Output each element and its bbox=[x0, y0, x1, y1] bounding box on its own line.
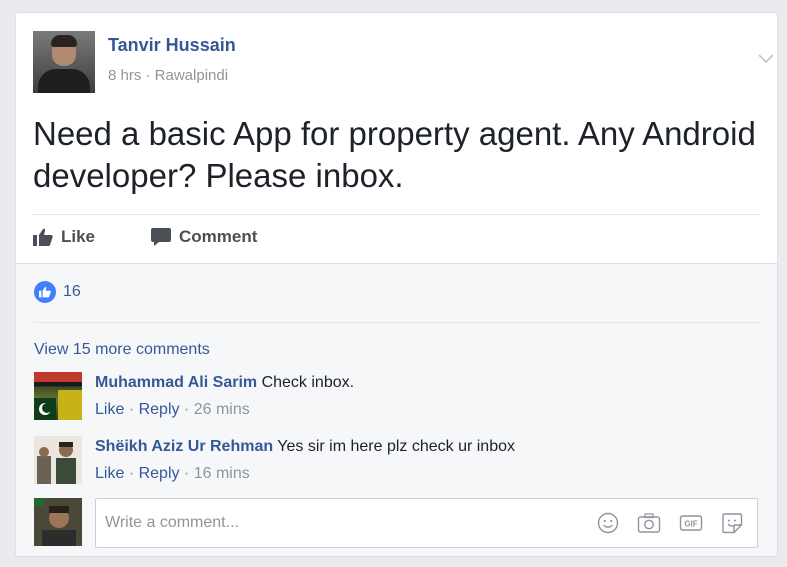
commenter-avatar[interactable] bbox=[34, 372, 82, 420]
reaction-summary[interactable]: 16 bbox=[34, 281, 81, 303]
gif-icon[interactable]: GIF bbox=[679, 512, 703, 534]
comment-button[interactable]: Comment bbox=[151, 227, 257, 247]
separator: · bbox=[183, 465, 190, 482]
like-label: Like bbox=[61, 227, 96, 246]
comment-reply-link[interactable]: Reply bbox=[139, 401, 180, 418]
post-meta: 8 hrs · Rawalpindi bbox=[108, 67, 229, 84]
divider bbox=[33, 214, 759, 215]
comment-like-link[interactable]: Like bbox=[95, 401, 124, 418]
author-name[interactable]: Tanvir Hussain bbox=[108, 35, 236, 56]
separator: · bbox=[128, 465, 135, 482]
current-user-avatar bbox=[34, 498, 82, 546]
separator: · bbox=[183, 401, 190, 418]
action-bar: Like Comment bbox=[33, 227, 753, 251]
comment-input[interactable]: Write a comment... GIF bbox=[95, 498, 758, 548]
author-avatar[interactable] bbox=[33, 31, 95, 93]
post-text: Need a basic App for property agent. Any… bbox=[33, 115, 756, 194]
svg-text:GIF: GIF bbox=[684, 520, 697, 529]
comment-item: Muhammad Ali Sarim Check inbox. Like · R… bbox=[34, 372, 754, 422]
post-header: Tanvir Hussain 8 hrs · Rawalpindi bbox=[33, 31, 774, 95]
feedback-section: 16 View 15 more comments Muhammad Ali Sa… bbox=[16, 263, 777, 556]
like-button[interactable]: Like bbox=[33, 227, 95, 247]
chevron-down-icon[interactable] bbox=[758, 51, 774, 68]
comment-text: Yes sir im here plz check ur inbox bbox=[277, 438, 515, 455]
thumbs-up-icon bbox=[34, 281, 56, 303]
separator: · bbox=[128, 401, 135, 418]
comment-reply-link[interactable]: Reply bbox=[139, 465, 180, 482]
camera-icon[interactable] bbox=[637, 512, 661, 534]
comment-text: Check inbox. bbox=[261, 374, 355, 391]
comment-time[interactable]: 16 mins bbox=[194, 465, 250, 482]
commenter-name[interactable]: Muhammad Ali Sarim bbox=[95, 374, 257, 391]
commenter-avatar[interactable] bbox=[34, 436, 82, 484]
emoji-icon[interactable] bbox=[597, 512, 619, 534]
sticker-icon[interactable] bbox=[721, 512, 743, 534]
view-more-comments-link[interactable]: View 15 more comments bbox=[34, 341, 210, 359]
post-card: Tanvir Hussain 8 hrs · Rawalpindi Need a… bbox=[15, 12, 778, 557]
commenter-name[interactable]: Shëikh Aziz Ur Rehman bbox=[95, 438, 273, 455]
comment-composer: Write a comment... GIF bbox=[34, 498, 759, 550]
comment-actions: Like · Reply · 26 mins bbox=[95, 401, 250, 419]
reaction-count: 16 bbox=[63, 283, 81, 300]
speech-bubble-icon bbox=[151, 228, 171, 246]
divider bbox=[34, 322, 760, 323]
comment-actions: Like · Reply · 16 mins bbox=[95, 465, 250, 483]
comment-like-link[interactable]: Like bbox=[95, 465, 124, 482]
comment-time[interactable]: 26 mins bbox=[194, 401, 250, 418]
comment-label: Comment bbox=[179, 227, 258, 246]
comment-item: Shëikh Aziz Ur Rehman Yes sir im here pl… bbox=[34, 436, 754, 486]
thumbs-up-icon bbox=[33, 228, 53, 246]
comment-input-placeholder: Write a comment... bbox=[105, 514, 239, 531]
